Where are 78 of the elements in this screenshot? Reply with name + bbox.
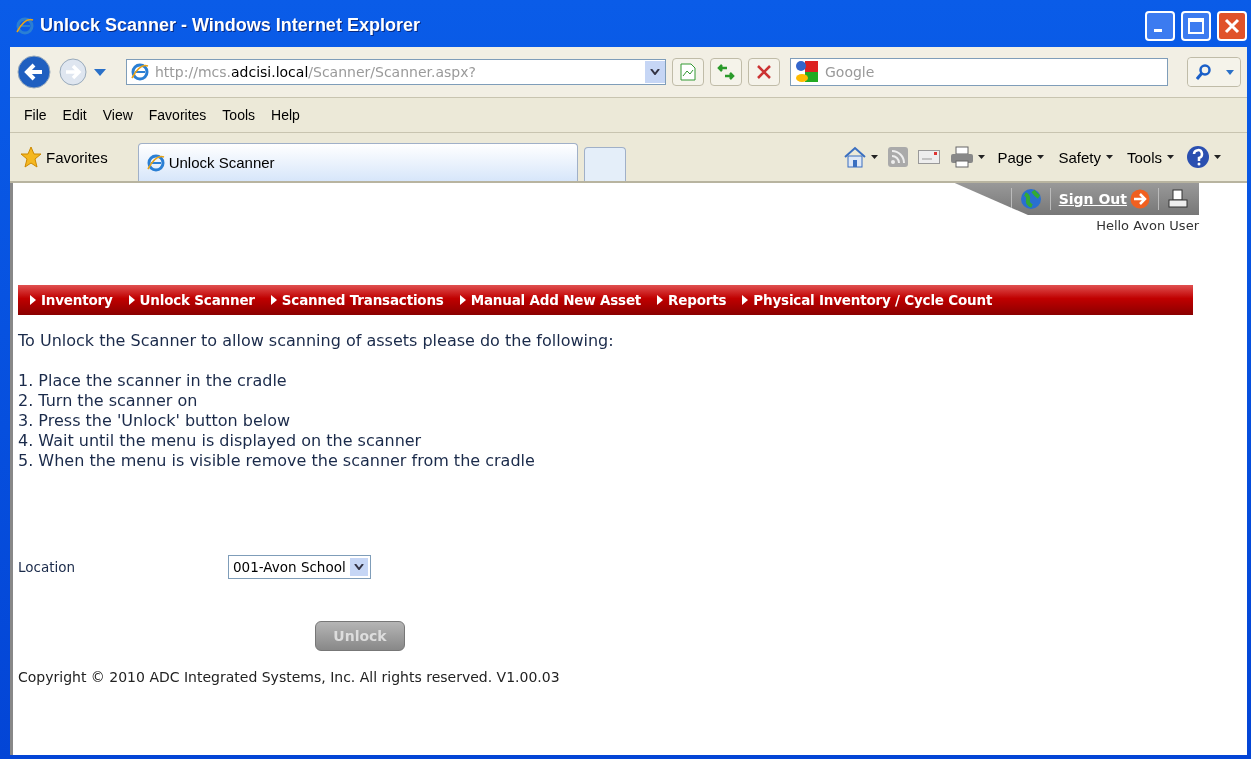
- nav-link[interactable]: Inventory: [22, 292, 121, 308]
- page-chart-icon: [680, 63, 696, 81]
- instructions-text: To Unlock the Scanner to allow scanning of assets please do the following:: [18, 331, 615, 351]
- close-icon: [757, 65, 771, 79]
- print-button[interactable]: [950, 146, 986, 168]
- caret-icon: [1037, 155, 1045, 159]
- dropdown-button[interactable]: [645, 61, 665, 83]
- copyright-text: Copyright © 2010 ADC Integrated Systems, Inc. All rights reserved. V1.00.03: [18, 669, 561, 685]
- menu-item[interactable]: View: [94, 105, 141, 125]
- search-icon: [1196, 64, 1212, 80]
- feed-icon: [888, 147, 909, 167]
- mail-icon[interactable]: [918, 150, 941, 164]
- globe-icon: [1019, 188, 1042, 210]
- favorites-button[interactable]: Favorites: [16, 144, 112, 170]
- caret-icon: [1167, 155, 1174, 159]
- nav-link[interactable]: Physical Inventory / Cycle Count: [734, 292, 1001, 308]
- instruction-step: 1. Place the scanner in the cradle: [18, 371, 1247, 391]
- nav-link[interactable]: Reports: [649, 292, 735, 308]
- sign-out-link[interactable]: Sign Out: [1058, 189, 1150, 209]
- arrow-right-icon: [1130, 189, 1150, 209]
- location-dropdown[interactable]: 001-Avon School: [228, 555, 371, 579]
- printer-icon: [950, 146, 975, 168]
- caret-icon: [1105, 155, 1113, 159]
- nav-link[interactable]: Unlock Scanner: [120, 292, 263, 308]
- page-icon: [131, 63, 149, 81]
- printer-icon[interactable]: [1167, 189, 1189, 209]
- address-field[interactable]: http://mcs.adcisi.local/Scanner/Scanner.aspx?: [126, 59, 666, 85]
- dropdown-caret-icon[interactable]: [94, 68, 106, 76]
- triangle-right-icon: [270, 295, 277, 305]
- window-title: Unlock Scanner - Windows Internet Explorer: [40, 15, 421, 36]
- search-field[interactable]: Google: [790, 58, 1168, 86]
- instruction-step: 3. Press the 'Unlock' button below: [18, 411, 1247, 431]
- greeting-text: Hello Avon User: [1096, 218, 1199, 233]
- search-provider-icon: [795, 60, 819, 84]
- chevron-down-icon: [650, 69, 660, 75]
- home-icon: [843, 145, 868, 169]
- nav-link[interactable]: Scanned Transactions: [262, 292, 452, 308]
- nav-link[interactable]: Manual Add New Asset: [451, 292, 650, 308]
- minimize-button[interactable]: [1145, 10, 1175, 41]
- close-icon: [1224, 17, 1240, 34]
- instruction-step: 4. Wait until the menu is displayed on the scanner: [18, 431, 1247, 451]
- browser-logo-icon: [16, 16, 34, 35]
- close-button[interactable]: [1217, 10, 1247, 41]
- star-icon: [20, 146, 42, 168]
- command-menu[interactable]: Page: [995, 146, 1047, 168]
- caret-icon: [978, 155, 986, 159]
- minimize-icon: [1154, 29, 1162, 32]
- location-label: Location: [18, 559, 77, 575]
- menu-item[interactable]: File: [16, 105, 55, 125]
- back-button[interactable]: [16, 54, 52, 90]
- menu-item[interactable]: Help: [263, 105, 308, 125]
- caret-icon: [1214, 155, 1221, 159]
- maximize-button[interactable]: [1181, 10, 1211, 41]
- triangle-right-icon: [657, 295, 664, 305]
- instruction-step: 2. Turn the scanner on: [18, 391, 1247, 411]
- help-icon: [1186, 145, 1210, 169]
- home-button[interactable]: [843, 145, 879, 169]
- refresh-icon: [717, 64, 735, 80]
- triangle-right-icon: [128, 295, 135, 305]
- stop-button[interactable]: [748, 58, 780, 86]
- command-menu[interactable]: Safety: [1056, 146, 1115, 168]
- chevron-down-icon: [353, 564, 364, 570]
- caret-icon: [1226, 69, 1234, 75]
- instruction-step: 5. When the menu is visible remove the scanner from the cradle: [18, 451, 1247, 471]
- refresh-button[interactable]: [710, 58, 742, 86]
- maximize-icon: [1188, 17, 1204, 34]
- triangle-right-icon: [459, 295, 466, 305]
- browser-icon: [146, 153, 165, 172]
- url-text: http://mcs.adcisi.local/Scanner/Scanner.aspx?: [155, 64, 477, 80]
- caret-icon: [871, 155, 879, 159]
- triangle-right-icon: [742, 295, 749, 305]
- menu-item[interactable]: Favorites: [140, 105, 215, 125]
- triangle-right-icon: [30, 295, 36, 305]
- menu-item[interactable]: Tools: [214, 105, 264, 125]
- menu-item[interactable]: Edit: [54, 105, 95, 125]
- help-button[interactable]: [1186, 145, 1221, 169]
- command-menu[interactable]: Tools: [1124, 146, 1176, 168]
- browser-tab[interactable]: Unlock Scanner: [137, 143, 578, 181]
